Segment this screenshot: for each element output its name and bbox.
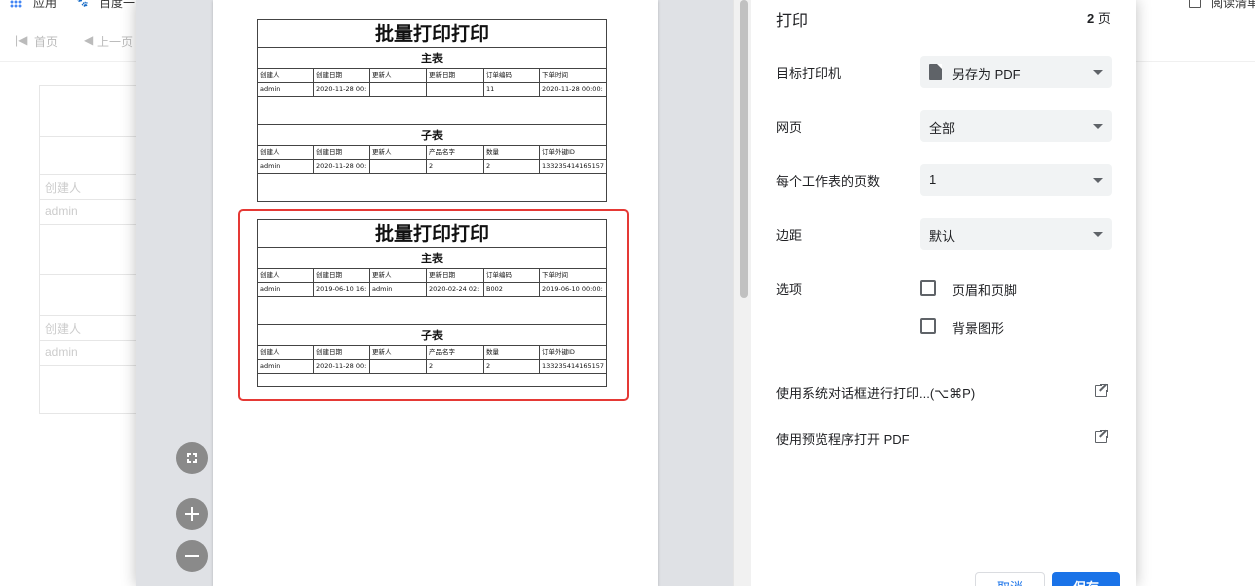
spacer-row bbox=[258, 97, 606, 125]
chevron-down-icon bbox=[1093, 232, 1103, 237]
bookmark-baidu[interactable]: 百度一 bbox=[99, 0, 135, 11]
system-dialog-link[interactable]: 使用系统对话框进行打印...(⌥⌘P) bbox=[776, 383, 975, 402]
value-cell: 2 bbox=[427, 160, 484, 174]
header-cell: 更新日期 bbox=[427, 69, 484, 83]
zoom-in-button[interactable] bbox=[176, 498, 208, 530]
spacer-row bbox=[258, 174, 606, 201]
margins-value: 默认 bbox=[929, 229, 956, 244]
reading-list-button[interactable]: 阅读清单 bbox=[1211, 0, 1255, 11]
destination-select[interactable]: 另存为 PDF bbox=[920, 56, 1112, 88]
pages-per-sheet-value: 1 bbox=[929, 172, 937, 187]
cancel-button[interactable]: 取消 bbox=[975, 572, 1045, 586]
header-cell: 订单外键ID bbox=[540, 146, 606, 160]
dialog-title: 打印 bbox=[776, 13, 809, 30]
value-cell: 2020-11-28 00:00: bbox=[540, 83, 606, 97]
fit-to-page-button[interactable] bbox=[176, 442, 208, 474]
header-cell: 产品名字 bbox=[427, 146, 484, 160]
pages-per-sheet-label: 每个工作表的页数 bbox=[776, 174, 881, 189]
destination-label: 目标打印机 bbox=[776, 66, 842, 81]
header-cell: 更新人 bbox=[370, 146, 427, 160]
preview-scrollbar-thumb[interactable] bbox=[740, 0, 748, 298]
main-section-title: 主表 bbox=[258, 48, 606, 69]
background-graphics-label[interactable]: 背景图形 bbox=[952, 318, 1004, 337]
value-cell: admin bbox=[258, 83, 314, 97]
page-count-unit: 页 bbox=[1097, 11, 1111, 26]
highlight-box bbox=[238, 209, 629, 401]
preview-sheet: 批量打印打印 主表 创建人 创建日期 更新人 更新日期 订单编码 下单时间 ad… bbox=[257, 19, 607, 202]
chevron-down-icon bbox=[1093, 178, 1103, 183]
value-cell: 11 bbox=[484, 83, 540, 97]
page-count-number: 2 bbox=[1087, 11, 1095, 26]
header-cell: 创建日期 bbox=[314, 69, 370, 83]
options-label: 选项 bbox=[776, 282, 803, 297]
bg-cell-creator: 创建人 bbox=[45, 181, 82, 195]
header-footer-checkbox[interactable] bbox=[920, 280, 936, 296]
pages-select[interactable]: 全部 bbox=[920, 110, 1112, 142]
header-cell: 创建日期 bbox=[314, 146, 370, 160]
header-cell: 创建人 bbox=[258, 69, 314, 83]
value-cell: admin bbox=[258, 160, 314, 174]
pages-value: 全部 bbox=[929, 121, 956, 136]
save-button[interactable]: 保存 bbox=[1052, 572, 1120, 586]
zoom-out-button[interactable] bbox=[176, 540, 208, 572]
print-preview-area: 批量打印打印 主表 创建人 创建日期 更新人 更新日期 订单编码 下单时间 ad… bbox=[136, 0, 751, 586]
header-cell: 更新人 bbox=[370, 69, 427, 83]
file-icon bbox=[929, 64, 942, 80]
sheet-title: 批量打印打印 bbox=[258, 20, 606, 48]
value-cell bbox=[427, 83, 484, 97]
value-cell: 2 bbox=[484, 160, 540, 174]
background-table: 创建人 admin 创建人 admin bbox=[39, 85, 139, 414]
print-settings-panel: 打印 2 页 目标打印机 另存为 PDF 网页 全部 每个工作表的页数 1 边距… bbox=[751, 0, 1136, 586]
value-cell: 133235414165157 bbox=[540, 160, 606, 174]
bg-cell-value: admin bbox=[45, 345, 78, 359]
destination-value: 另存为 PDF bbox=[952, 67, 1021, 82]
value-cell bbox=[370, 160, 427, 174]
reading-list-icon[interactable] bbox=[1189, 0, 1201, 8]
margins-label: 边距 bbox=[776, 228, 803, 243]
header-cell: 下单时间 bbox=[540, 69, 606, 83]
chevron-down-icon bbox=[1093, 124, 1103, 129]
minus-icon bbox=[176, 540, 208, 572]
header-cell: 订单编码 bbox=[484, 69, 540, 83]
pages-per-sheet-select[interactable]: 1 bbox=[920, 164, 1112, 196]
header-cell: 数量 bbox=[484, 146, 540, 160]
pages-label: 网页 bbox=[776, 120, 803, 135]
prev-page-button[interactable]: 上一页 bbox=[97, 33, 133, 50]
margins-select[interactable]: 默认 bbox=[920, 218, 1112, 250]
value-cell: 2020-11-28 00: bbox=[314, 83, 370, 97]
bookmark-apps[interactable]: 应用 bbox=[33, 0, 57, 11]
main-table: 创建人 创建日期 更新人 更新日期 订单编码 下单时间 admin 2020-1… bbox=[258, 69, 606, 97]
first-page-icon: |◀ bbox=[15, 33, 28, 47]
value-cell: 2020-11-28 00: bbox=[314, 160, 370, 174]
first-page-button[interactable]: 首页 bbox=[34, 33, 58, 50]
header-cell: 创建人 bbox=[258, 146, 314, 160]
open-preview-link[interactable]: 使用预览程序打开 PDF bbox=[776, 429, 910, 448]
apps-grid-icon[interactable] bbox=[10, 0, 22, 8]
value-cell bbox=[370, 83, 427, 97]
bg-cell-creator: 创建人 bbox=[45, 322, 82, 336]
child-table: 创建人 创建日期 更新人 产品名字 数量 订单外键ID admin 2020-1… bbox=[258, 146, 606, 174]
background-graphics-checkbox[interactable] bbox=[920, 318, 936, 334]
child-section-title: 子表 bbox=[258, 125, 606, 146]
page-count: 2 页 bbox=[1087, 8, 1111, 27]
plus-icon bbox=[176, 498, 208, 530]
header-footer-label[interactable]: 页眉和页脚 bbox=[952, 280, 1017, 299]
fit-to-page-icon bbox=[186, 452, 198, 464]
bg-cell-value: admin bbox=[45, 204, 78, 218]
prev-page-icon: ◀ bbox=[84, 33, 94, 47]
chevron-down-icon bbox=[1093, 70, 1103, 75]
baidu-paw-icon: 🐾 bbox=[76, 0, 89, 8]
print-dialog: 批量打印打印 主表 创建人 创建日期 更新人 更新日期 订单编码 下单时间 ad… bbox=[136, 0, 1136, 586]
